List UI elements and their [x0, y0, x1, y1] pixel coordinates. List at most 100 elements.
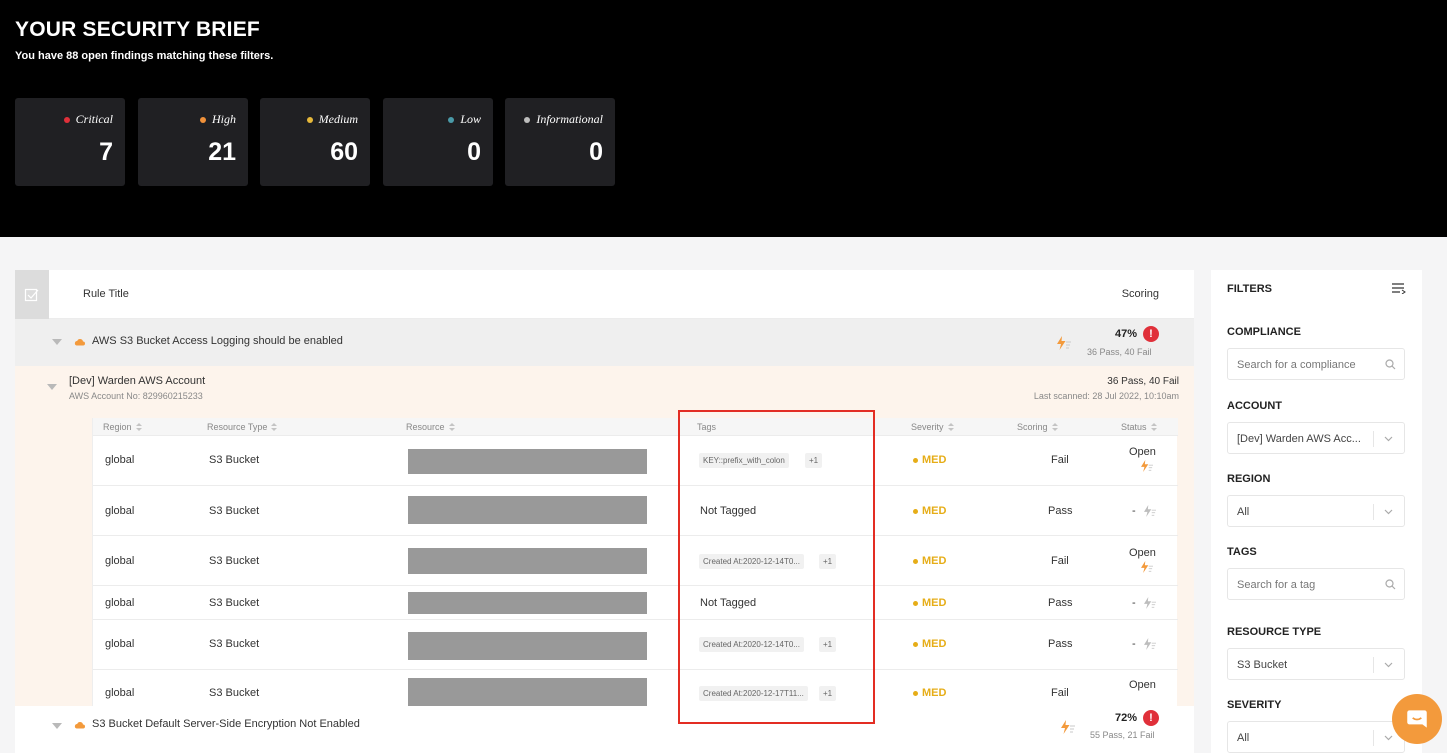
severity-count: 21: [208, 138, 236, 166]
account-number: AWS Account No: 829960215233: [69, 391, 203, 401]
region-cell: global: [105, 454, 135, 466]
redacted-resource: [408, 632, 647, 660]
resource-type-label: RESOURCE TYPE: [1227, 626, 1322, 638]
resource-type-cell: S3 Bucket: [209, 687, 260, 699]
remediation-bolt-icon[interactable]: [1140, 460, 1154, 472]
findings-panel: Rule Title Scoring AWS S3 Bucket Access …: [15, 270, 1194, 753]
region-label: REGION: [1227, 473, 1271, 485]
select-all-checkbox[interactable]: [15, 270, 49, 319]
findings-table-header: Rule Title Scoring: [15, 270, 1194, 319]
more-tags-chip[interactable]: +1: [819, 554, 837, 569]
more-tags-chip[interactable]: +1: [819, 637, 837, 652]
severity-label: High: [212, 112, 236, 126]
resource-row[interactable]: global S3 Bucket Not Tagged MED Pass -: [93, 486, 1178, 536]
severity-label: Medium: [318, 112, 358, 126]
compliance-search-input[interactable]: Search for a compliance: [1227, 348, 1405, 380]
rule-title[interactable]: AWS S3 Bucket Access Logging should be e…: [92, 335, 343, 347]
checkbox-icon: [24, 288, 39, 301]
redacted-resource: [408, 548, 647, 574]
filter-menu-icon[interactable]: [1392, 283, 1406, 294]
resource-type-cell: S3 Bucket: [209, 505, 260, 517]
region-cell: global: [105, 597, 135, 609]
severity-card-medium[interactable]: Medium 60: [260, 98, 370, 186]
status-cell: Open: [1129, 547, 1156, 559]
account-pass-fail: 36 Pass, 40 Fail: [1107, 376, 1179, 387]
resource-row[interactable]: global S3 Bucket Not Tagged MED Pass -: [93, 586, 1178, 620]
scoring-cell: Pass: [1048, 505, 1073, 517]
expand-caret-icon[interactable]: [47, 384, 57, 390]
severity-card-high[interactable]: High 21: [138, 98, 248, 186]
more-tags-chip[interactable]: +1: [805, 453, 823, 468]
region-cell: global: [105, 555, 135, 567]
scoring-column-header[interactable]: Scoring: [1017, 422, 1058, 432]
expand-caret-icon[interactable]: [52, 339, 62, 345]
tag-chip[interactable]: Created At:2020-12-14T0...: [699, 554, 804, 569]
resource-type-select[interactable]: S3 Bucket: [1227, 648, 1405, 680]
scoring-column-header[interactable]: Scoring: [1122, 288, 1159, 300]
sort-icon: [947, 423, 954, 431]
account-group: [Dev] Warden AWS Account AWS Account No:…: [15, 366, 1194, 708]
remediation-bolt-icon[interactable]: [1056, 336, 1072, 350]
severity-count: 60: [330, 138, 358, 166]
remediation-bolt-icon[interactable]: [1060, 720, 1076, 734]
security-brief-header: YOUR SECURITY BRIEF You have 88 open fin…: [0, 0, 1447, 237]
resource-row[interactable]: global S3 Bucket Created At:2020-12-14T0…: [93, 620, 1178, 670]
chevron-down-icon: [1384, 509, 1393, 515]
tag-chip[interactable]: Created At:2020-12-14T0...: [699, 637, 804, 652]
chat-button[interactable]: [1392, 694, 1442, 744]
filters-panel: FILTERS COMPLIANCE Search for a complian…: [1211, 270, 1422, 753]
redacted-resource: [408, 678, 647, 708]
status-column-header[interactable]: Status: [1121, 422, 1157, 432]
scoring-cell: Pass: [1048, 597, 1073, 609]
severity-count: 7: [99, 138, 113, 166]
region-select[interactable]: All: [1227, 495, 1405, 527]
region-column-header[interactable]: Region: [103, 422, 142, 432]
rule-title-column-header[interactable]: Rule Title: [83, 288, 129, 300]
redacted-resource: [408, 592, 647, 614]
resource-row[interactable]: global S3 Bucket Created At:2020-12-17T1…: [93, 670, 1178, 708]
medium-dot-icon: [306, 116, 313, 123]
resource-type-column-header[interactable]: Resource Type: [207, 422, 278, 432]
tag-chip[interactable]: Created At:2020-12-17T11...: [699, 686, 808, 701]
filters-title: FILTERS: [1227, 283, 1273, 295]
more-tags-chip[interactable]: +1: [819, 686, 837, 701]
remediation-bolt-icon[interactable]: [1143, 505, 1157, 517]
resource-column-header[interactable]: Resource: [406, 422, 455, 432]
severity-badge: MED: [913, 505, 946, 517]
resource-table-header: Region Resource Type Resource Tags Sever…: [93, 418, 1178, 436]
rule-row[interactable]: AWS S3 Bucket Access Logging should be e…: [15, 319, 1194, 366]
resource-row[interactable]: global S3 Bucket Created At:2020-12-14T0…: [93, 536, 1178, 586]
scoring-cell: Fail: [1051, 555, 1069, 567]
rule-title[interactable]: S3 Bucket Default Server-Side Encryption…: [92, 718, 360, 730]
sort-icon: [135, 423, 142, 431]
tag-chip[interactable]: KEY::prefix_with_colon: [699, 453, 789, 468]
remediation-bolt-icon[interactable]: [1143, 597, 1157, 609]
scoring-cell: Pass: [1048, 638, 1073, 650]
severity-card-critical[interactable]: Critical 7: [15, 98, 125, 186]
region-cell: global: [105, 638, 135, 650]
severity-column-header[interactable]: Severity: [911, 422, 954, 432]
severity-badge: MED: [913, 555, 946, 567]
scoring-cell: Fail: [1051, 687, 1069, 699]
severity-card-informational[interactable]: Informational 0: [505, 98, 615, 186]
low-dot-icon: [448, 116, 455, 123]
resource-row[interactable]: global S3 Bucket KEY::prefix_with_colon …: [93, 436, 1178, 486]
account-select[interactable]: [Dev] Warden AWS Acc...: [1227, 422, 1405, 454]
expand-caret-icon[interactable]: [52, 723, 62, 729]
remediation-bolt-icon[interactable]: [1140, 561, 1154, 573]
severity-card-low[interactable]: Low 0: [383, 98, 493, 186]
score-percent: 72%: [1115, 712, 1138, 724]
rule-row[interactable]: S3 Bucket Default Server-Side Encryption…: [15, 706, 1194, 753]
chevron-down-icon: [1384, 436, 1393, 442]
aws-cloud-icon: [74, 721, 85, 729]
search-icon: [1385, 579, 1396, 590]
remediation-bolt-icon[interactable]: [1143, 638, 1157, 650]
account-name[interactable]: [Dev] Warden AWS Account: [69, 375, 205, 387]
scoring-cell: Fail: [1051, 454, 1069, 466]
severity-select[interactable]: All: [1227, 721, 1405, 753]
severity-count: 0: [467, 138, 481, 166]
redacted-resource: [408, 496, 647, 524]
tags-search-input[interactable]: Search for a tag: [1227, 568, 1405, 600]
chevron-down-icon: [1384, 662, 1393, 668]
sort-icon: [448, 423, 455, 431]
